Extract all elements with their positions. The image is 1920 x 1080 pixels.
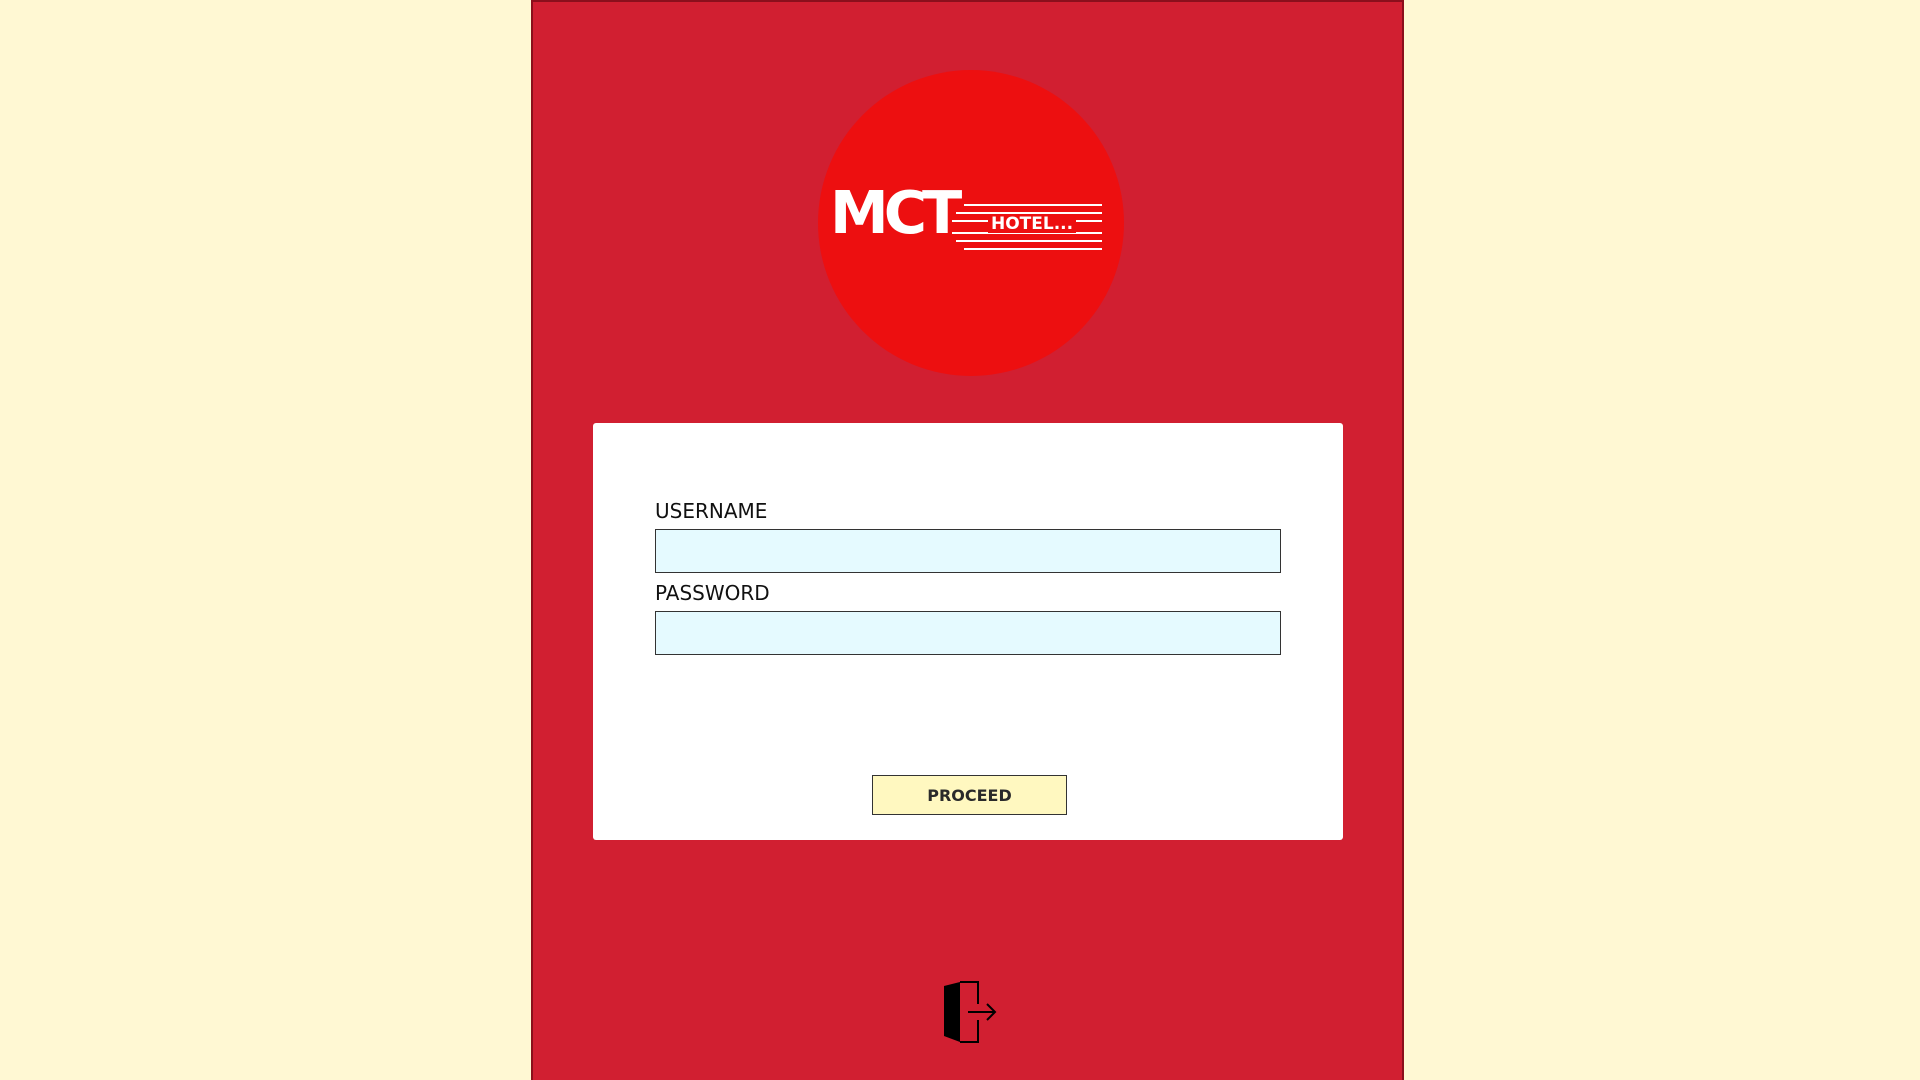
username-label: USERNAME bbox=[655, 499, 768, 523]
username-input[interactable] bbox=[655, 529, 1281, 573]
logo-line bbox=[964, 204, 1102, 206]
logo-line bbox=[956, 240, 1102, 242]
password-label: PASSWORD bbox=[655, 581, 770, 605]
logo-line bbox=[964, 248, 1102, 250]
exit-button[interactable] bbox=[942, 980, 998, 1044]
hotel-logo: MCT HOTEL... bbox=[818, 70, 1124, 376]
logo-subtitle-text: HOTEL... bbox=[988, 216, 1077, 233]
door-exit-icon bbox=[944, 981, 997, 1043]
logo-brand-text: MCT bbox=[830, 178, 962, 247]
proceed-button[interactable]: PROCEED bbox=[872, 775, 1067, 815]
login-form: USERNAME PASSWORD PROCEED bbox=[593, 423, 1343, 840]
password-input[interactable] bbox=[655, 611, 1281, 655]
